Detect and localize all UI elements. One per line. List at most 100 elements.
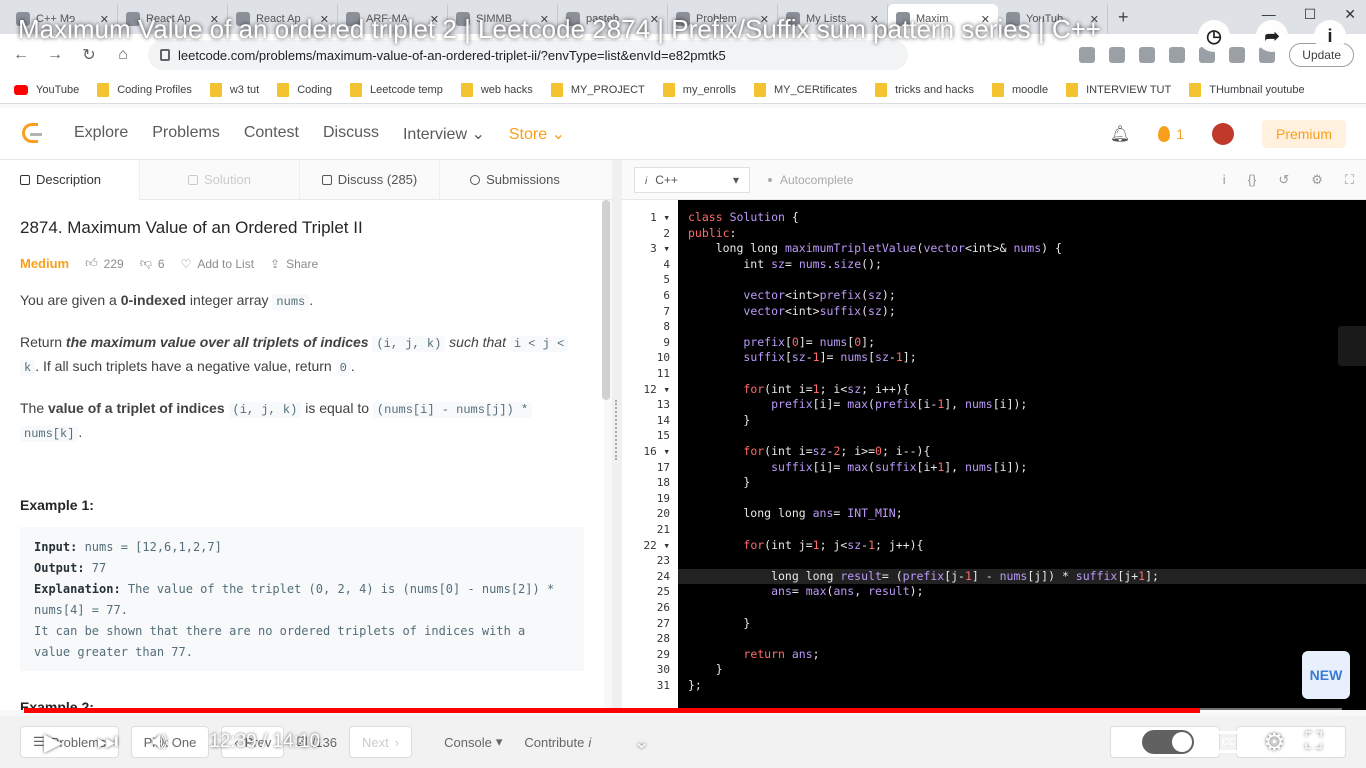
nav-interview[interactable]: Interview ⌄	[403, 124, 485, 144]
reset-icon[interactable]: ↺	[1278, 172, 1289, 188]
problem-title: 2874. Maximum Value of an Ordered Triple…	[20, 218, 363, 237]
autoplay-toggle[interactable]	[1141, 730, 1194, 754]
video-progress-bar[interactable]	[24, 708, 1342, 713]
example-explanation-text: It can be shown that there are no ordere…	[34, 624, 526, 638]
like-button[interactable]: 👍︎ 229	[85, 256, 124, 271]
code-line: for(int i=sz-2; i>=0; i--){	[743, 444, 931, 458]
exit-fullscreen-icon[interactable]: ⛶	[1305, 728, 1322, 756]
tab-discuss[interactable]: Discuss (285)	[300, 159, 440, 200]
code-line: long long result= (prefix[j-1] - nums[j]…	[688, 568, 1159, 583]
leetcode-logo[interactable]	[20, 121, 44, 147]
code-line: }	[688, 412, 751, 427]
info-icon[interactable]: i	[1314, 20, 1346, 52]
bookmark-item[interactable]: my_enrolls	[662, 82, 736, 97]
home-icon[interactable]: ⌂	[114, 46, 132, 64]
line-number: 17	[656, 460, 670, 474]
line-number: 12 ▾	[643, 382, 671, 396]
share-label: Share	[286, 256, 319, 271]
bookmark-item[interactable]: w3 tut	[209, 82, 259, 97]
premium-button[interactable]: Premium	[1261, 119, 1346, 148]
description-paragraph-2: Return the maximum value over all triple…	[20, 331, 584, 379]
bookmark-item[interactable]: MY_PROJECT	[550, 82, 645, 97]
tab-solution[interactable]: Solution	[140, 159, 300, 200]
captions-icon[interactable]: CC	[1213, 731, 1244, 753]
description-scrollbar[interactable]	[602, 200, 610, 400]
info-icon[interactable]: i	[1223, 172, 1226, 188]
watch-later-icon[interactable]: ◷	[1198, 20, 1230, 52]
streak-counter[interactable]: 1	[1158, 125, 1184, 142]
bookmark-item[interactable]: Leetcode temp	[350, 82, 443, 97]
star-icon[interactable]	[1109, 47, 1126, 63]
code-line: long long ans= INT_MIN;	[688, 506, 903, 521]
bookmark-label: moodle	[1011, 83, 1049, 96]
share-button[interactable]: ⇪ Share	[270, 257, 318, 271]
new-tab-icon[interactable]: +	[1108, 7, 1139, 34]
bookmark-item[interactable]: moodle	[991, 82, 1049, 97]
example-1-title: Example 1:	[20, 497, 94, 513]
text: .	[350, 358, 355, 374]
panel-splitter[interactable]	[612, 160, 622, 710]
video-time: 12:39 / 14:10	[209, 731, 320, 753]
new-badge[interactable]: NEW	[1302, 651, 1350, 699]
dislike-button[interactable]: 👎︎ 6	[140, 256, 165, 271]
description-icon	[20, 174, 30, 185]
bookmark-label: YouTube	[36, 83, 80, 96]
bookmark-item[interactable]: MY_CERtificates	[753, 82, 857, 97]
code-editor[interactable]: class Solution {public: long long maximu…	[678, 200, 1366, 710]
share-page-icon[interactable]	[1079, 47, 1096, 63]
bookmark-item[interactable]: web hacks	[460, 82, 533, 97]
bookmark-item[interactable]: INTERVIEW TUT	[1066, 82, 1172, 97]
settings-icon[interactable]: ⚙	[1311, 172, 1323, 188]
reload-icon[interactable]: ↻	[80, 45, 98, 65]
bookmark-item[interactable]: Coding	[277, 82, 332, 97]
bookmarks-bar: YouTube Coding Profiles w3 tut Coding Leetco…	[0, 76, 1366, 104]
braces-icon[interactable]: {}	[1248, 172, 1257, 188]
inline-code: (nums[i] - nums[j]) *	[372, 402, 533, 418]
volume-icon[interactable]: 🔊︎	[152, 728, 167, 756]
nav-contest[interactable]: Contest	[244, 124, 299, 144]
editor-side-tab[interactable]	[1338, 326, 1366, 366]
play-icon[interactable]: ▶	[44, 728, 62, 757]
bookmark-item[interactable]: THumbnail youtube	[1189, 82, 1305, 97]
settings-icon[interactable]: ⚙	[1264, 728, 1286, 757]
next-video-icon[interactable]: ⏭	[96, 728, 118, 756]
problem-description: 2874. Maximum Value of an Ordered Triple…	[0, 200, 604, 710]
bookmark-item[interactable]: Coding Profiles	[97, 82, 192, 97]
avatar[interactable]	[1211, 122, 1234, 145]
extension-icon[interactable]	[1169, 47, 1186, 63]
back-icon[interactable]: ←	[12, 46, 30, 64]
forward-icon[interactable]: →	[46, 46, 64, 64]
example-1-box: Input: nums = [12,6,1,2,7] Output: 77 Ex…	[20, 527, 584, 671]
example-explanation-text: nums[4] = 77.	[34, 603, 128, 617]
tab-description[interactable]: Description	[0, 159, 140, 200]
fullscreen-icon[interactable]: ⛶	[1345, 172, 1354, 188]
bookmark-label: INTERVIEW TUT	[1086, 83, 1172, 96]
share-icon[interactable]: ➦	[1256, 20, 1288, 52]
example-input-label: Input:	[34, 540, 78, 554]
text-italic: such that	[445, 334, 510, 350]
code-line: prefix[i]= max(prefix[i-1], nums[i]);	[771, 397, 1028, 412]
line-number: 27	[656, 616, 670, 630]
tab-submissions[interactable]: Submissions	[440, 160, 590, 200]
nav-explore[interactable]: Explore	[74, 124, 128, 144]
bookmark-label: my_enrolls	[682, 83, 736, 96]
text: . If all such triplets have a negative v…	[35, 358, 336, 374]
url-text: leetcode.com/problems/maximum-value-of-a…	[178, 47, 726, 63]
inline-code: (i, j, k)	[228, 402, 302, 418]
bell-icon[interactable]: 🔔︎	[1110, 124, 1130, 144]
add-to-list-button[interactable]: ♡ Add to List	[181, 257, 254, 271]
bookmark-item[interactable]: YouTube	[14, 84, 79, 96]
line-number: 16 ▾	[643, 445, 671, 458]
line-number: 15	[656, 429, 670, 443]
chapter-chevron-icon[interactable]: ⌄	[634, 732, 649, 753]
line-number: 23	[656, 554, 670, 568]
nav-store[interactable]: Store ⌄	[509, 124, 565, 144]
language-select[interactable]: i C++ ▾	[634, 166, 750, 193]
nav-discuss[interactable]: Discuss	[323, 124, 379, 144]
extension-icon[interactable]	[1139, 47, 1156, 63]
nav-problems[interactable]: Problems	[152, 124, 220, 144]
autocomplete-toggle[interactable]: Autocomplete	[768, 173, 853, 187]
close-window-icon[interactable]: ✕	[1344, 6, 1356, 23]
line-number: 29	[656, 647, 670, 661]
bookmark-item[interactable]: tricks and hacks	[875, 82, 974, 97]
